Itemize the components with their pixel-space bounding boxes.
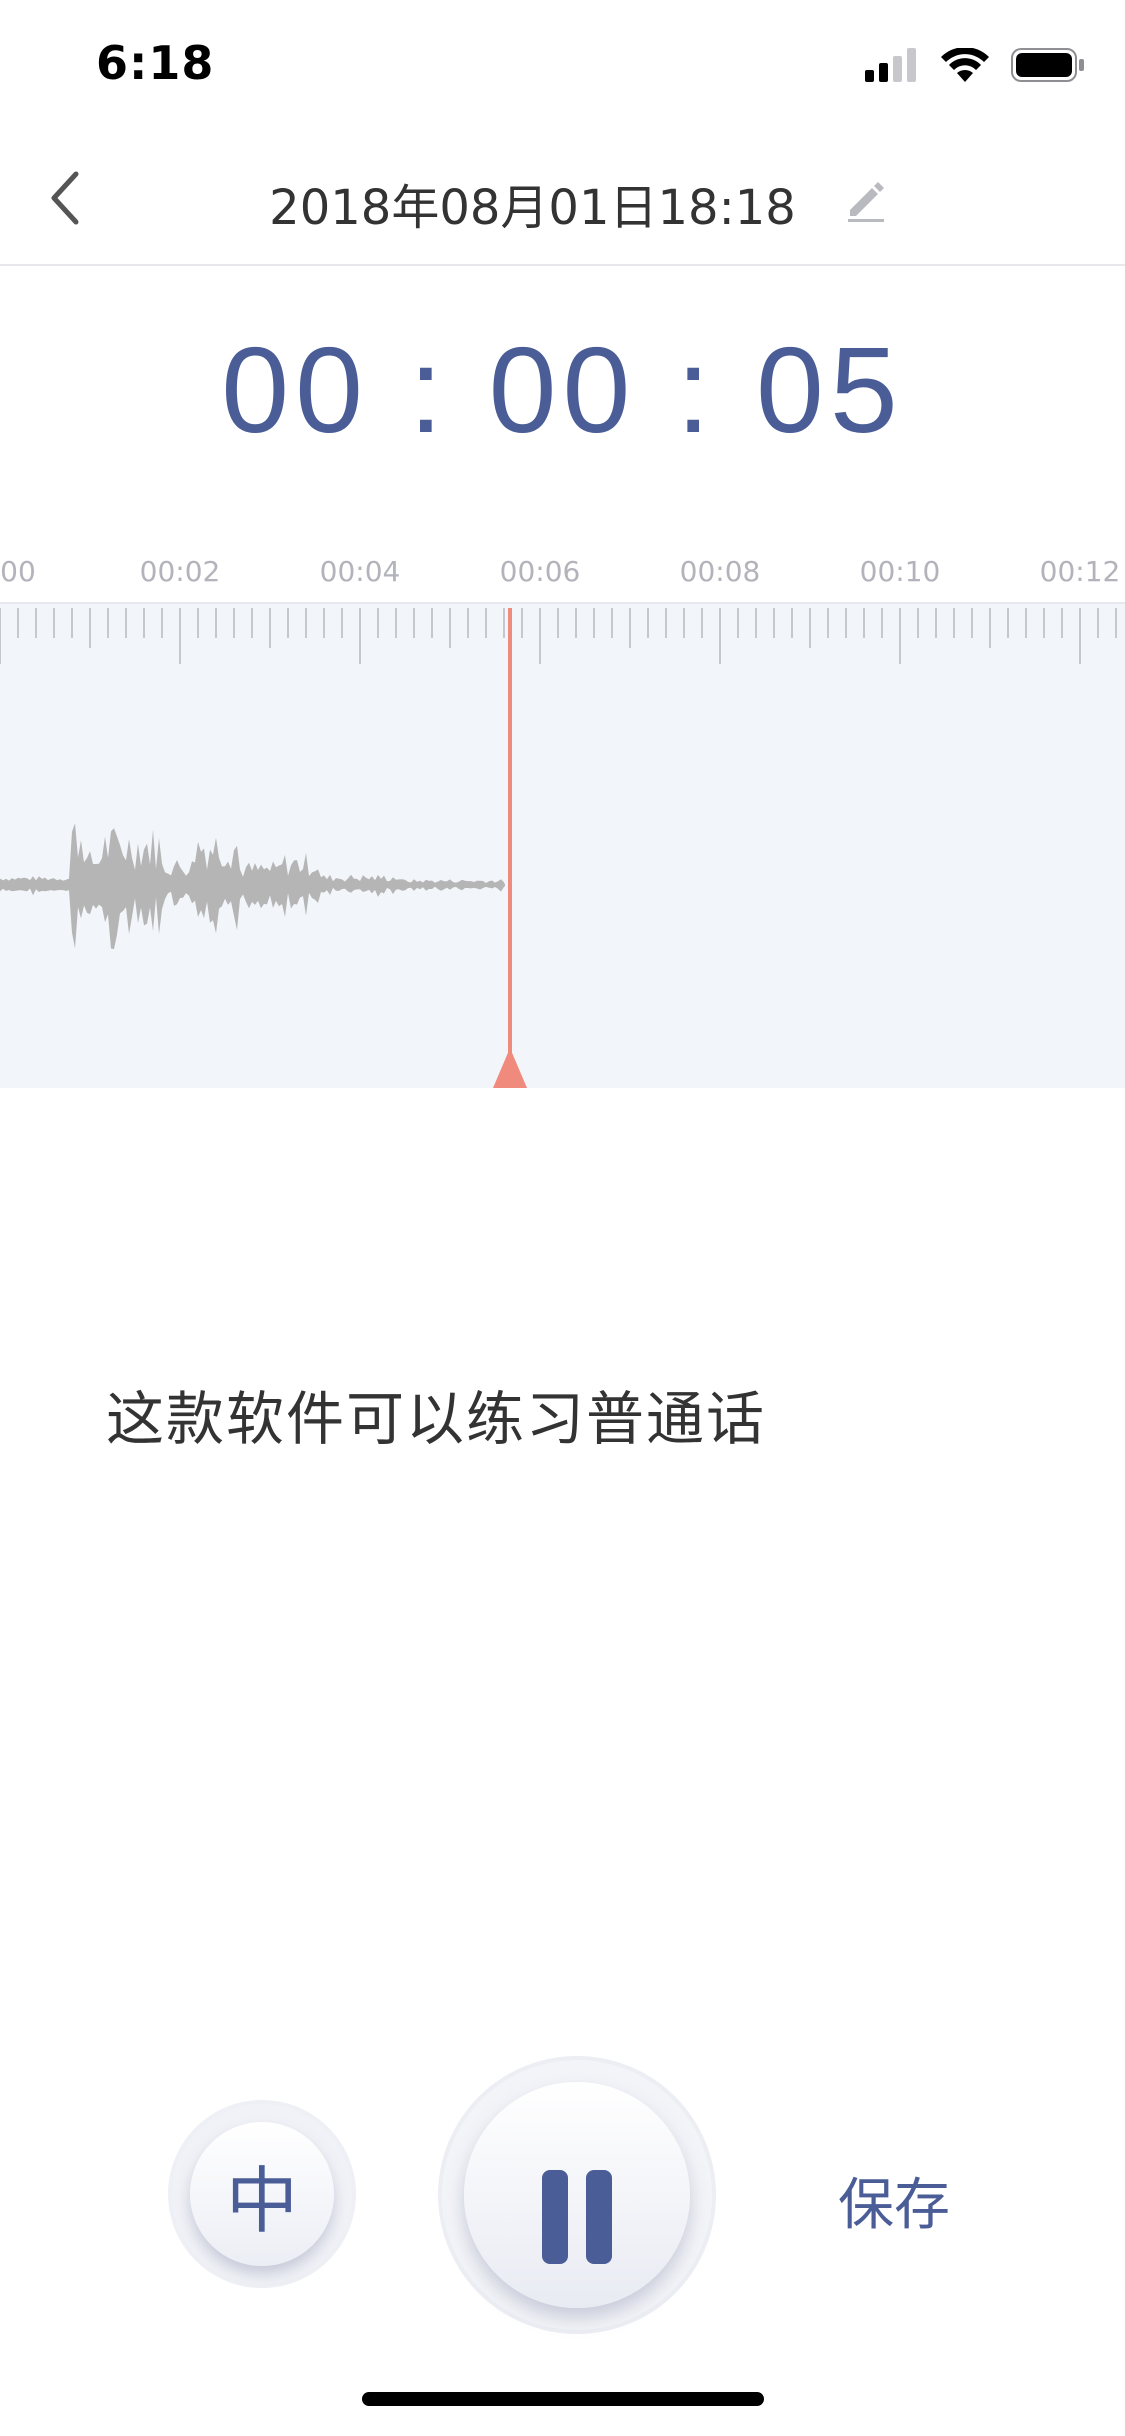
pause-bar-right (586, 2170, 612, 2264)
elapsed-timer: 00 : 00 : 05 (221, 322, 904, 458)
ruler-label: 00:02 (139, 555, 221, 588)
playhead-handle (493, 1048, 527, 1088)
ruler-ticks (0, 608, 1117, 664)
pause-bar-left (542, 2170, 568, 2264)
wifi-icon (941, 48, 989, 82)
ruler-label: 00:04 (319, 555, 401, 588)
save-button[interactable]: 保存 (838, 2160, 950, 2241)
language-label: 中 (190, 2122, 334, 2266)
status-time: 6:18 (96, 36, 215, 90)
ruler-label: 00:10 (859, 555, 941, 588)
battery-icon (1011, 48, 1084, 82)
signal-icon (865, 48, 916, 82)
language-button[interactable]: 中 (172, 2104, 352, 2284)
recording-title: 2018年08月01日18:18 (269, 180, 796, 236)
pause-button[interactable] (442, 2060, 712, 2330)
waveform-area[interactable] (0, 602, 1125, 1088)
time-ruler-labels: 00 00:02 00:04 00:06 00:08 00:10 00:12 (0, 555, 1125, 595)
pause-icon (464, 2082, 690, 2308)
playhead-line (508, 608, 512, 1068)
edit-title-button[interactable] (842, 176, 890, 224)
ruler-label: 00:12 (1039, 555, 1121, 588)
status-bar: 6:18 (0, 0, 1125, 132)
status-icons (865, 48, 1085, 82)
home-indicator (362, 2392, 764, 2406)
ruler-label: 00:08 (679, 555, 761, 588)
nav-bar: 2018年08月01日18:18 (0, 132, 1125, 266)
pencil-icon (848, 182, 884, 222)
ruler-label: 00 (0, 555, 36, 588)
transcript-text: 这款软件可以练习普通话 (106, 1385, 767, 1453)
ruler-label: 00:06 (499, 555, 581, 588)
waveform-canvas (0, 608, 1117, 1088)
